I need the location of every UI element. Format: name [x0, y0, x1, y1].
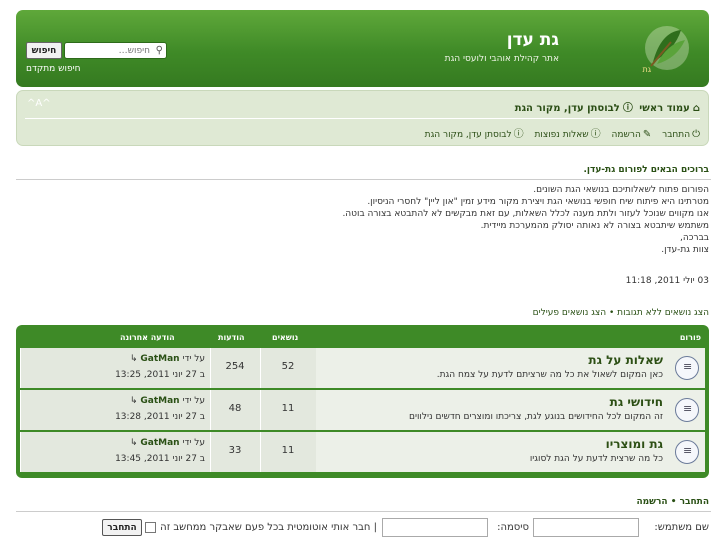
- welcome-divider: [16, 179, 711, 180]
- breadcrumb-forum[interactable]: לבוסתן עדן, מקור הגת: [515, 103, 620, 114]
- login-button[interactable]: התחבר: [102, 519, 142, 536]
- power-icon: ⏻: [692, 129, 700, 140]
- forum-row[interactable]: חידושי גת זה המקום לכל החידושים בנוגע לג…: [20, 390, 705, 430]
- welcome-body: הפורום פתוח לשאלותיכם בנושאי הגת השונים.…: [342, 184, 709, 256]
- breadcrumb: ⌂עמוד ראשי ⓘלבוסתן עדן, מקור הגת: [512, 99, 700, 114]
- welcome-line: משתמש שיתבטא בצורה לא נאותה יסולק מהמערכ…: [480, 221, 709, 231]
- faq-link[interactable]: שאלות נפוצות: [535, 130, 589, 140]
- forum-row[interactable]: שאלות על גת כאן המקום לשאול את כל מה שרצ…: [20, 348, 705, 388]
- forum-link-icon: ⓘ: [513, 129, 524, 140]
- faq-icon: ⓘ: [590, 129, 601, 140]
- last-post-by: על ידי: [182, 438, 205, 448]
- forum-read-icon: [675, 398, 699, 422]
- header-posts: הודעות: [218, 333, 245, 342]
- navbar: ⌂עמוד ראשי ⓘלבוסתן עדן, מקור הגת ^A^ ⏻הת…: [16, 90, 709, 146]
- forum-description: כל מה שרצית לדעת על הגת לסוגיו: [529, 454, 663, 464]
- forum-title[interactable]: חידושי גת: [610, 395, 663, 409]
- svg-text:גת עדן: גת עדן: [641, 65, 652, 74]
- site-description: אתר קהילת אוהבי ולועסי הגת: [444, 54, 559, 64]
- last-post-user[interactable]: GatMan: [140, 354, 179, 364]
- last-post-date: ב 27 יוני 2011, 13:45: [115, 454, 205, 464]
- forum-title[interactable]: גת ומוצריו: [606, 437, 663, 451]
- forum-topics-count: 11: [281, 445, 295, 456]
- welcome-line: בברכה,: [680, 233, 709, 243]
- search-box: ⚲: [64, 42, 167, 59]
- last-post-author: על ידי GatMan ↳: [130, 396, 205, 406]
- welcome-date: 03 יולי 2011, 11:18: [625, 276, 709, 286]
- site-title[interactable]: גת עדן: [507, 30, 559, 50]
- welcome-title: ברוכים הבאים לפורום גת-עדן.: [583, 165, 709, 175]
- welcome-line: מטרתינו היא פיתוח שיח חופשי בנושאי הגת ו…: [367, 197, 709, 207]
- search-icon: ⚲: [155, 45, 163, 56]
- user-links: ⏻התחבר ✎הרשמה ⓘשאלות נפוצות ⓘלבוסתן עדן,…: [417, 125, 700, 140]
- forum-topics-count: 52: [281, 361, 295, 372]
- register-link[interactable]: הרשמה: [612, 130, 641, 140]
- quick-links[interactable]: הצג נושאים ללא תגובות • הצג נושאים פעילי…: [533, 308, 709, 318]
- home-icon: ⌂: [692, 103, 700, 114]
- remember-me-label: | חבר אותי אוטומטית בכל פעם שאבקר ממחשב …: [160, 522, 377, 533]
- last-post-date: ב 27 יוני 2011, 13:25: [115, 370, 205, 380]
- header-forum: פורום: [679, 333, 701, 342]
- search-input[interactable]: [84, 43, 166, 58]
- forum-description: זה המקום לכל החידושים בנוגע לגת, צריכתו …: [409, 412, 663, 422]
- forum-read-icon: [675, 356, 699, 380]
- forum-title[interactable]: שאלות על גת: [588, 353, 663, 367]
- username-label: שם משתמש:: [654, 522, 709, 533]
- login-divider: [16, 511, 711, 512]
- welcome-line: הפורום פתוח לשאלותיכם בנושאי הגת השונים.: [533, 185, 709, 195]
- view-latest-post-icon[interactable]: ↳: [130, 354, 138, 364]
- last-post-user[interactable]: GatMan: [140, 438, 179, 448]
- font-size-control[interactable]: ^A^: [27, 98, 51, 109]
- pencil-icon: ✎: [642, 129, 652, 140]
- last-post-user[interactable]: GatMan: [140, 396, 179, 406]
- header-topics: נושאים: [272, 333, 299, 342]
- last-post-by: על ידי: [182, 396, 205, 406]
- question-icon: ⓘ: [622, 103, 633, 114]
- welcome-line: צוות גת-עדן.: [661, 245, 709, 255]
- forum-posts-count: 48: [228, 403, 242, 414]
- password-input[interactable]: [382, 518, 488, 537]
- login-link[interactable]: התחבר: [662, 130, 690, 140]
- last-post-by: על ידי: [182, 354, 205, 364]
- forum-table-header: פורום נושאים הודעות הודעה אחרונה: [16, 325, 709, 347]
- remember-me-checkbox[interactable]: [145, 522, 156, 533]
- navbar-divider: [25, 118, 700, 119]
- forum-row[interactable]: גת ומוצריו כל מה שרצית לדעת על הגת לסוגי…: [20, 432, 705, 472]
- forum-table: פורום נושאים הודעות הודעה אחרונה שאלות ע…: [16, 325, 709, 478]
- breadcrumb-home[interactable]: עמוד ראשי: [639, 103, 690, 114]
- password-label: סיסמה:: [497, 522, 529, 533]
- forum-read-icon: [675, 440, 699, 464]
- last-post-author: על ידי GatMan ↳: [130, 354, 205, 364]
- view-latest-post-icon[interactable]: ↳: [130, 396, 138, 406]
- view-latest-post-icon[interactable]: ↳: [130, 438, 138, 448]
- last-post-date: ב 27 יוני 2011, 13:28: [115, 412, 205, 422]
- forum-posts-count: 254: [225, 361, 245, 372]
- header-last-post: הודעה אחרונה: [120, 333, 175, 342]
- search-button[interactable]: חיפוש: [26, 42, 62, 59]
- forum-posts-count: 33: [228, 445, 242, 456]
- last-post-author: על ידי GatMan ↳: [130, 438, 205, 448]
- site-logo-icon[interactable]: גת עדן: [641, 22, 693, 74]
- forum-topics-count: 11: [281, 403, 295, 414]
- site-header: גת עדן גת עדן אתר קהילת אוהבי ולועסי הגת…: [16, 10, 709, 87]
- forum-index-link[interactable]: לבוסתן עדן, מקור הגת: [425, 130, 512, 140]
- advanced-search-link[interactable]: חיפוש מתקדם: [26, 64, 81, 74]
- welcome-line: אנו מקווים שנוכל לעזור ולתת מענה לכלל הש…: [342, 209, 709, 219]
- username-input[interactable]: [533, 518, 639, 537]
- login-section-title[interactable]: התחבר • הרשמה: [636, 497, 709, 507]
- forum-description: כאן המקום לשאול את כל מה שרציתם לדעת על …: [436, 370, 663, 380]
